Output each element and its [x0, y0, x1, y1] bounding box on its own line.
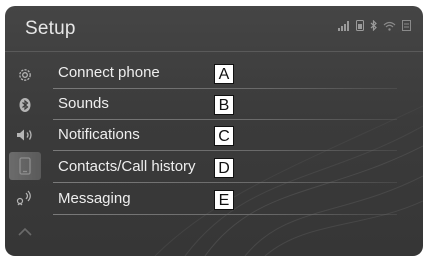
list-item-messaging[interactable]: Messaging E: [53, 185, 397, 215]
speaker-icon: [17, 129, 32, 141]
list-divider: [53, 214, 397, 215]
list-item-sounds[interactable]: Sounds B: [53, 90, 397, 120]
list-item-label: Notifications: [58, 126, 140, 143]
list-divider: [53, 119, 397, 120]
phone-battery-icon: [356, 20, 364, 31]
list-divider: [53, 182, 397, 183]
sidebar-item-phone[interactable]: [9, 152, 41, 180]
phone-icon: [19, 157, 31, 175]
page-title: Setup: [25, 18, 76, 39]
callout-label: B: [214, 95, 234, 115]
list-item-contacts-call-history[interactable]: Contacts/Call history D: [53, 153, 397, 183]
list-item-label: Messaging: [58, 190, 131, 207]
list-item-label: Sounds: [58, 95, 109, 112]
setup-screen: Setup Connect phone A Sounds B Notificat…: [5, 6, 423, 256]
callout-label: C: [214, 126, 234, 146]
sidebar-item-general[interactable]: [9, 61, 41, 89]
wifi-icon: [383, 21, 396, 31]
signal-bars-icon: [338, 21, 349, 31]
voice-icon: [16, 190, 31, 206]
callout-label: D: [214, 158, 234, 178]
list-divider: [53, 150, 397, 151]
sidebar-item-voice[interactable]: [9, 184, 41, 212]
gear-icon: [19, 69, 31, 81]
bluetooth-icon: [19, 98, 31, 112]
sidebar-item-audio[interactable]: [9, 121, 41, 149]
sidebar-item-other[interactable]: [9, 218, 41, 246]
list-item-label: Contacts/Call history: [58, 158, 196, 175]
bluetooth-icon: [370, 20, 377, 31]
callout-label: A: [214, 64, 234, 84]
data-icon: [402, 20, 411, 31]
other-icon: [18, 227, 32, 236]
sidebar-item-bluetooth[interactable]: [9, 91, 41, 119]
list-item-connect-phone[interactable]: Connect phone A: [53, 59, 397, 89]
callout-label: E: [214, 190, 234, 210]
list-item-notifications[interactable]: Notifications C: [53, 121, 397, 151]
status-bar: [338, 17, 411, 31]
title-divider: [5, 51, 423, 52]
list-divider: [53, 88, 397, 89]
list-item-label: Connect phone: [58, 64, 160, 81]
sidebar: [5, 58, 43, 256]
